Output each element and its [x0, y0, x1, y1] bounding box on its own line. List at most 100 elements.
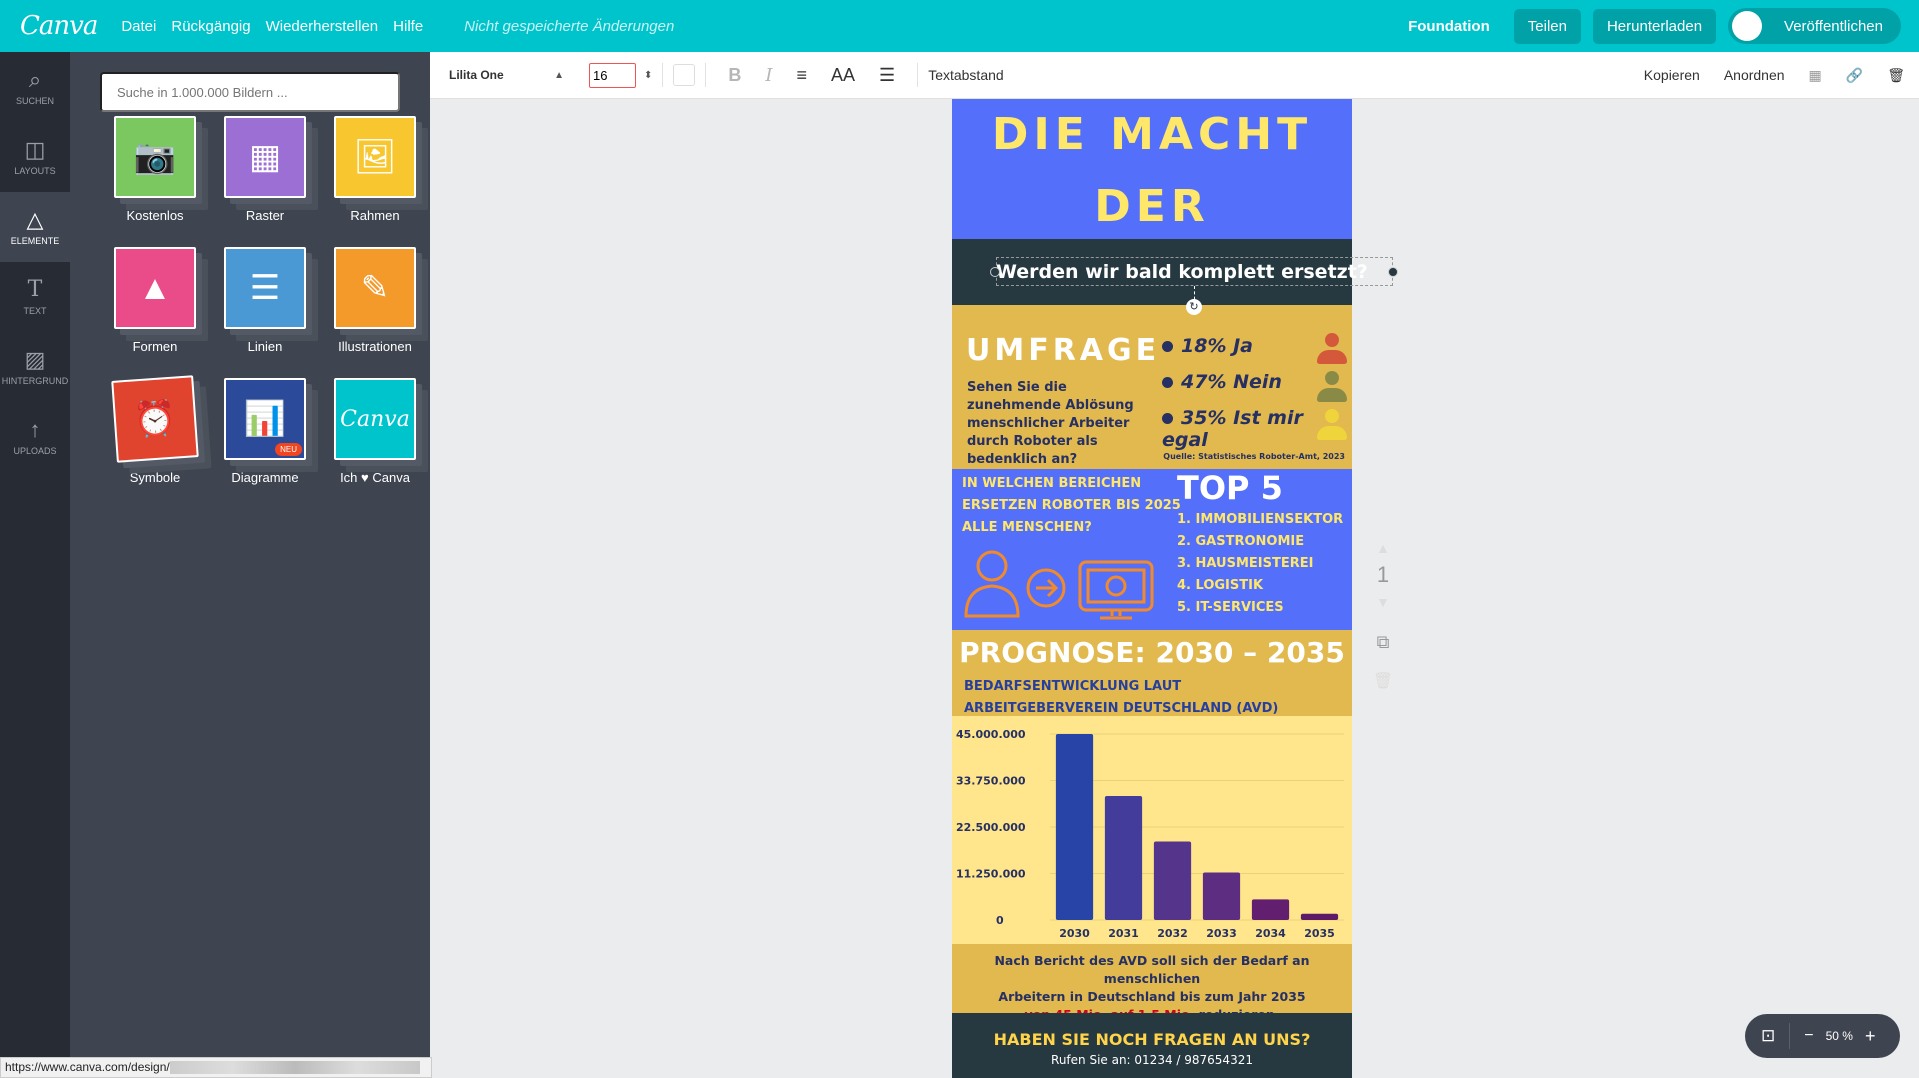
canva-logo[interactable]: Canva [20, 11, 98, 41]
page-up-icon[interactable]: ▲ [1365, 540, 1401, 556]
rail-label: TEXT [23, 306, 47, 316]
menu-help[interactable]: Hilfe [393, 18, 423, 35]
forecast-section: PROGNOSE: 2030 – 2035 BEDARFSENTWICKLUNG… [952, 630, 1352, 716]
element-category-tile[interactable]: 📊 NEU Diagramme [210, 378, 320, 485]
menu-datei[interactable]: Datei [121, 18, 156, 35]
bar-chart[interactable]: 0 11.250.000 22.500.000 33.750.000 45.000.00… [952, 716, 1352, 944]
resize-handle-left[interactable] [990, 267, 1000, 277]
note-line: Arbeitern in Deutschland bis zum Jahr 20… [998, 989, 1306, 1004]
rail-item-elements[interactable]: △ ELEMENTE [0, 192, 70, 262]
menu-undo[interactable]: Rückgängig [171, 18, 250, 35]
delete-page-icon[interactable]: 🗑 [1365, 671, 1401, 691]
rotate-handle-icon[interactable]: ↻ [1186, 299, 1202, 315]
zoom-level[interactable]: 50 % [1826, 1029, 1853, 1043]
align-left-icon[interactable]: ≡ [797, 65, 808, 86]
category-label: Symbole [129, 470, 181, 485]
rail-item-background[interactable]: ▨ HINTERGRUND [0, 332, 70, 402]
sidebar-rail: ⌕ SUCHEN ◫ LAYOUTS △ ELEMENTE T TEXT ▨ HINTER… [0, 52, 70, 1078]
top5-heading[interactable]: TOP 5 [1177, 469, 1283, 507]
rail-label: HINTERGRUND [1, 376, 69, 386]
top5-list[interactable]: 1. IMMOBILIENSEKTOR 2. GASTRONOMIE 3. HA… [1177, 509, 1343, 619]
element-category-tile[interactable]: ✎ Illustrationen [320, 247, 430, 354]
question-section: Werden wir bald komplett ersetzt? [952, 239, 1398, 305]
copy-button[interactable]: Kopieren [1644, 67, 1700, 83]
new-badge: NEU [275, 443, 302, 456]
divider [662, 63, 664, 87]
page-down-icon[interactable]: ▼ [1365, 594, 1401, 610]
zoom-in-icon[interactable]: + [1865, 1026, 1876, 1047]
forecast-heading[interactable]: PROGNOSE: 2030 – 2035 [952, 636, 1352, 669]
person-icon[interactable] [1317, 333, 1347, 365]
footer-heading[interactable]: HABEN SIE NOCH FRAGEN AN UNS? [952, 1013, 1352, 1049]
forecast-subtitle[interactable]: BEDARFSENTWICKLUNG LAUT ARBEITGEBERVEREI… [964, 676, 1278, 720]
publish-toggle[interactable]: Veröffentlichen [1728, 8, 1901, 44]
italic-icon[interactable]: I [765, 65, 772, 86]
rail-item-search[interactable]: ⌕ SUCHEN [0, 52, 70, 122]
survey-heading[interactable]: UMFRAGE [966, 333, 1160, 368]
link-icon[interactable]: 🔗 [1846, 67, 1863, 84]
element-category-tile[interactable]: 📷 Kostenlos [100, 116, 210, 223]
category-label: Raster [245, 208, 285, 223]
font-family-select[interactable]: Lilita One ▲ [449, 68, 564, 82]
title-line-1[interactable]: DIE MACHT DER [952, 99, 1352, 243]
element-category-tile[interactable]: 🖼 Rahmen [320, 116, 430, 223]
uppercase-icon[interactable]: AA [831, 65, 855, 86]
category-thumbnail: 📷 [114, 116, 196, 198]
question-line: ERSETZEN ROBOTER BIS 2025 [962, 498, 1181, 513]
top-bar: Canva Datei Rückgängig Wiederherstellen … [0, 0, 1919, 52]
element-category-tile[interactable]: ☰ Linien [210, 247, 320, 354]
person-icon[interactable] [1317, 371, 1347, 403]
survey-source[interactable]: Quelle: Statistisches Roboter-Amt, 2023 [1163, 452, 1345, 461]
page-controls: ▲ 1 ▼ ⧉ 🗑 [1365, 540, 1401, 691]
footer-phone[interactable]: Rufen Sie an: 01234 / 987654321 [952, 1053, 1352, 1067]
elements-icon: △ [26, 207, 44, 232]
person-icon[interactable] [1317, 409, 1347, 441]
duplicate-page-icon[interactable]: ⧉ [1365, 632, 1401, 653]
letter-spacing-button[interactable]: Textabstand [928, 67, 1004, 83]
human-to-computer-illustration[interactable] [962, 544, 1162, 624]
share-button[interactable]: Teilen [1513, 8, 1581, 44]
element-category-tile[interactable]: Canva Ich ♥ Canva [320, 378, 430, 485]
top5-item: 3. HAUSMEISTEREI [1177, 556, 1314, 571]
person-outline-icon [964, 584, 1020, 618]
top5-question[interactable]: IN WELCHEN BEREICHEN ERSETZEN ROBOTER BI… [962, 473, 1181, 539]
presentation-icon[interactable]: ⊡ [1761, 1026, 1775, 1046]
arrow-right-icon [1036, 578, 1059, 598]
rail-item-layouts[interactable]: ◫ LAYOUTS [0, 122, 70, 192]
design-canvas[interactable]: DIE MACHT DER MASCHINEN: Werden wir bald… [952, 99, 1398, 1078]
team-name[interactable]: Foundation [1408, 18, 1490, 35]
trash-icon[interactable]: 🗑 [1887, 67, 1905, 84]
note-section[interactable]: Nach Bericht des AVD soll sich der Bedar… [952, 944, 1352, 1022]
publish-label: Veröffentlichen [1784, 17, 1883, 35]
survey-question[interactable]: Sehen Sie die zunehmende Ablösung mensch… [967, 379, 1147, 469]
list-icon[interactable]: ☰ [879, 65, 895, 86]
arrange-button[interactable]: Anordnen [1724, 67, 1785, 83]
question-text[interactable]: Werden wir bald komplett ersetzt? [996, 261, 1368, 283]
transparency-icon[interactable]: ▦ [1809, 67, 1822, 84]
rail-item-text[interactable]: T TEXT [0, 262, 70, 332]
top5-item: 5. IT-SERVICES [1177, 600, 1284, 615]
zoom-out-icon[interactable]: − [1804, 1027, 1813, 1045]
text-color-swatch[interactable] [673, 64, 696, 86]
bold-icon[interactable]: B [728, 65, 741, 86]
category-label: Formen [132, 339, 178, 354]
y-tick-label: 0 [996, 914, 1004, 927]
divider [1789, 1023, 1791, 1049]
category-label: Rahmen [350, 208, 400, 223]
element-category-tile[interactable]: ▲ Formen [100, 247, 210, 354]
image-search-input[interactable] [100, 72, 400, 112]
font-size-input[interactable] [589, 62, 636, 88]
toggle-knob [1732, 11, 1763, 41]
element-category-tile[interactable]: ▦ Raster [210, 116, 320, 223]
menu-redo[interactable]: Wiederherstellen [266, 18, 379, 35]
y-tick-label: 22.500.000 [956, 821, 1026, 834]
resize-handle-right[interactable] [1388, 267, 1398, 277]
download-button[interactable]: Herunterladen [1592, 8, 1717, 44]
note-line: Nach Bericht des AVD soll sich der Bedar… [994, 953, 1310, 986]
element-category-tile[interactable]: ⏰ Symbole [100, 375, 210, 485]
x-tick-label: 2035 [1304, 927, 1335, 940]
answer-text: 35% Ist mir egal [1162, 407, 1303, 451]
rail-item-uploads[interactable]: ↑ UPLOADS [0, 402, 70, 472]
category-thumbnail: 🖼 [334, 116, 416, 198]
size-stepper-icon[interactable]: ⬍ [644, 70, 652, 81]
